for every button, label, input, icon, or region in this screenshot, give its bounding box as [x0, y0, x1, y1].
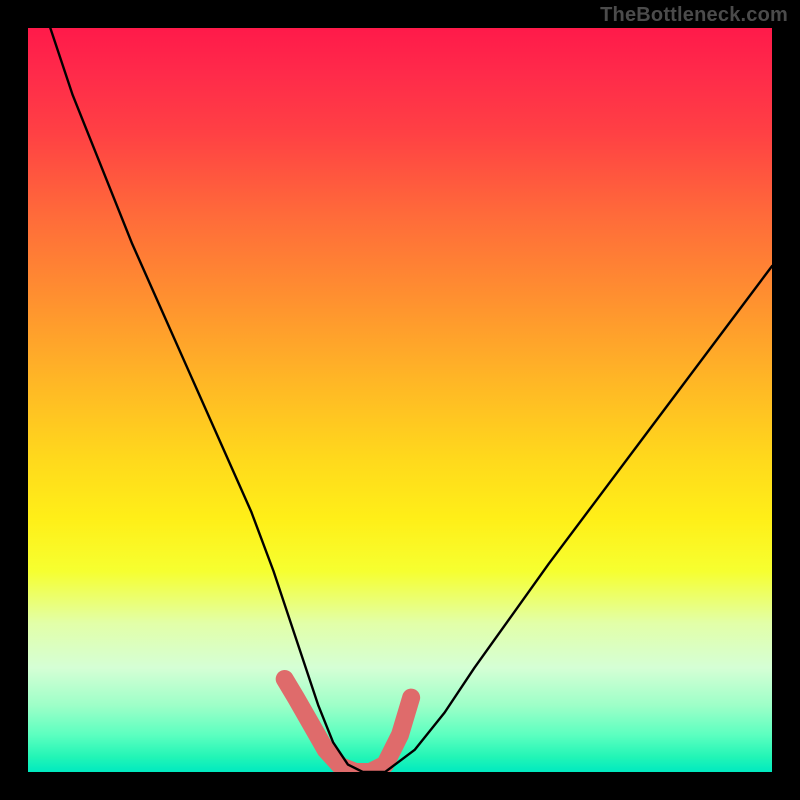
plot-area: [28, 28, 772, 772]
sweet-spot-band: [285, 679, 411, 772]
curve-layer: [28, 28, 772, 772]
watermark-text: TheBottleneck.com: [600, 4, 788, 27]
chart-frame: TheBottleneck.com: [0, 0, 800, 800]
bottleneck-curve: [50, 28, 772, 772]
